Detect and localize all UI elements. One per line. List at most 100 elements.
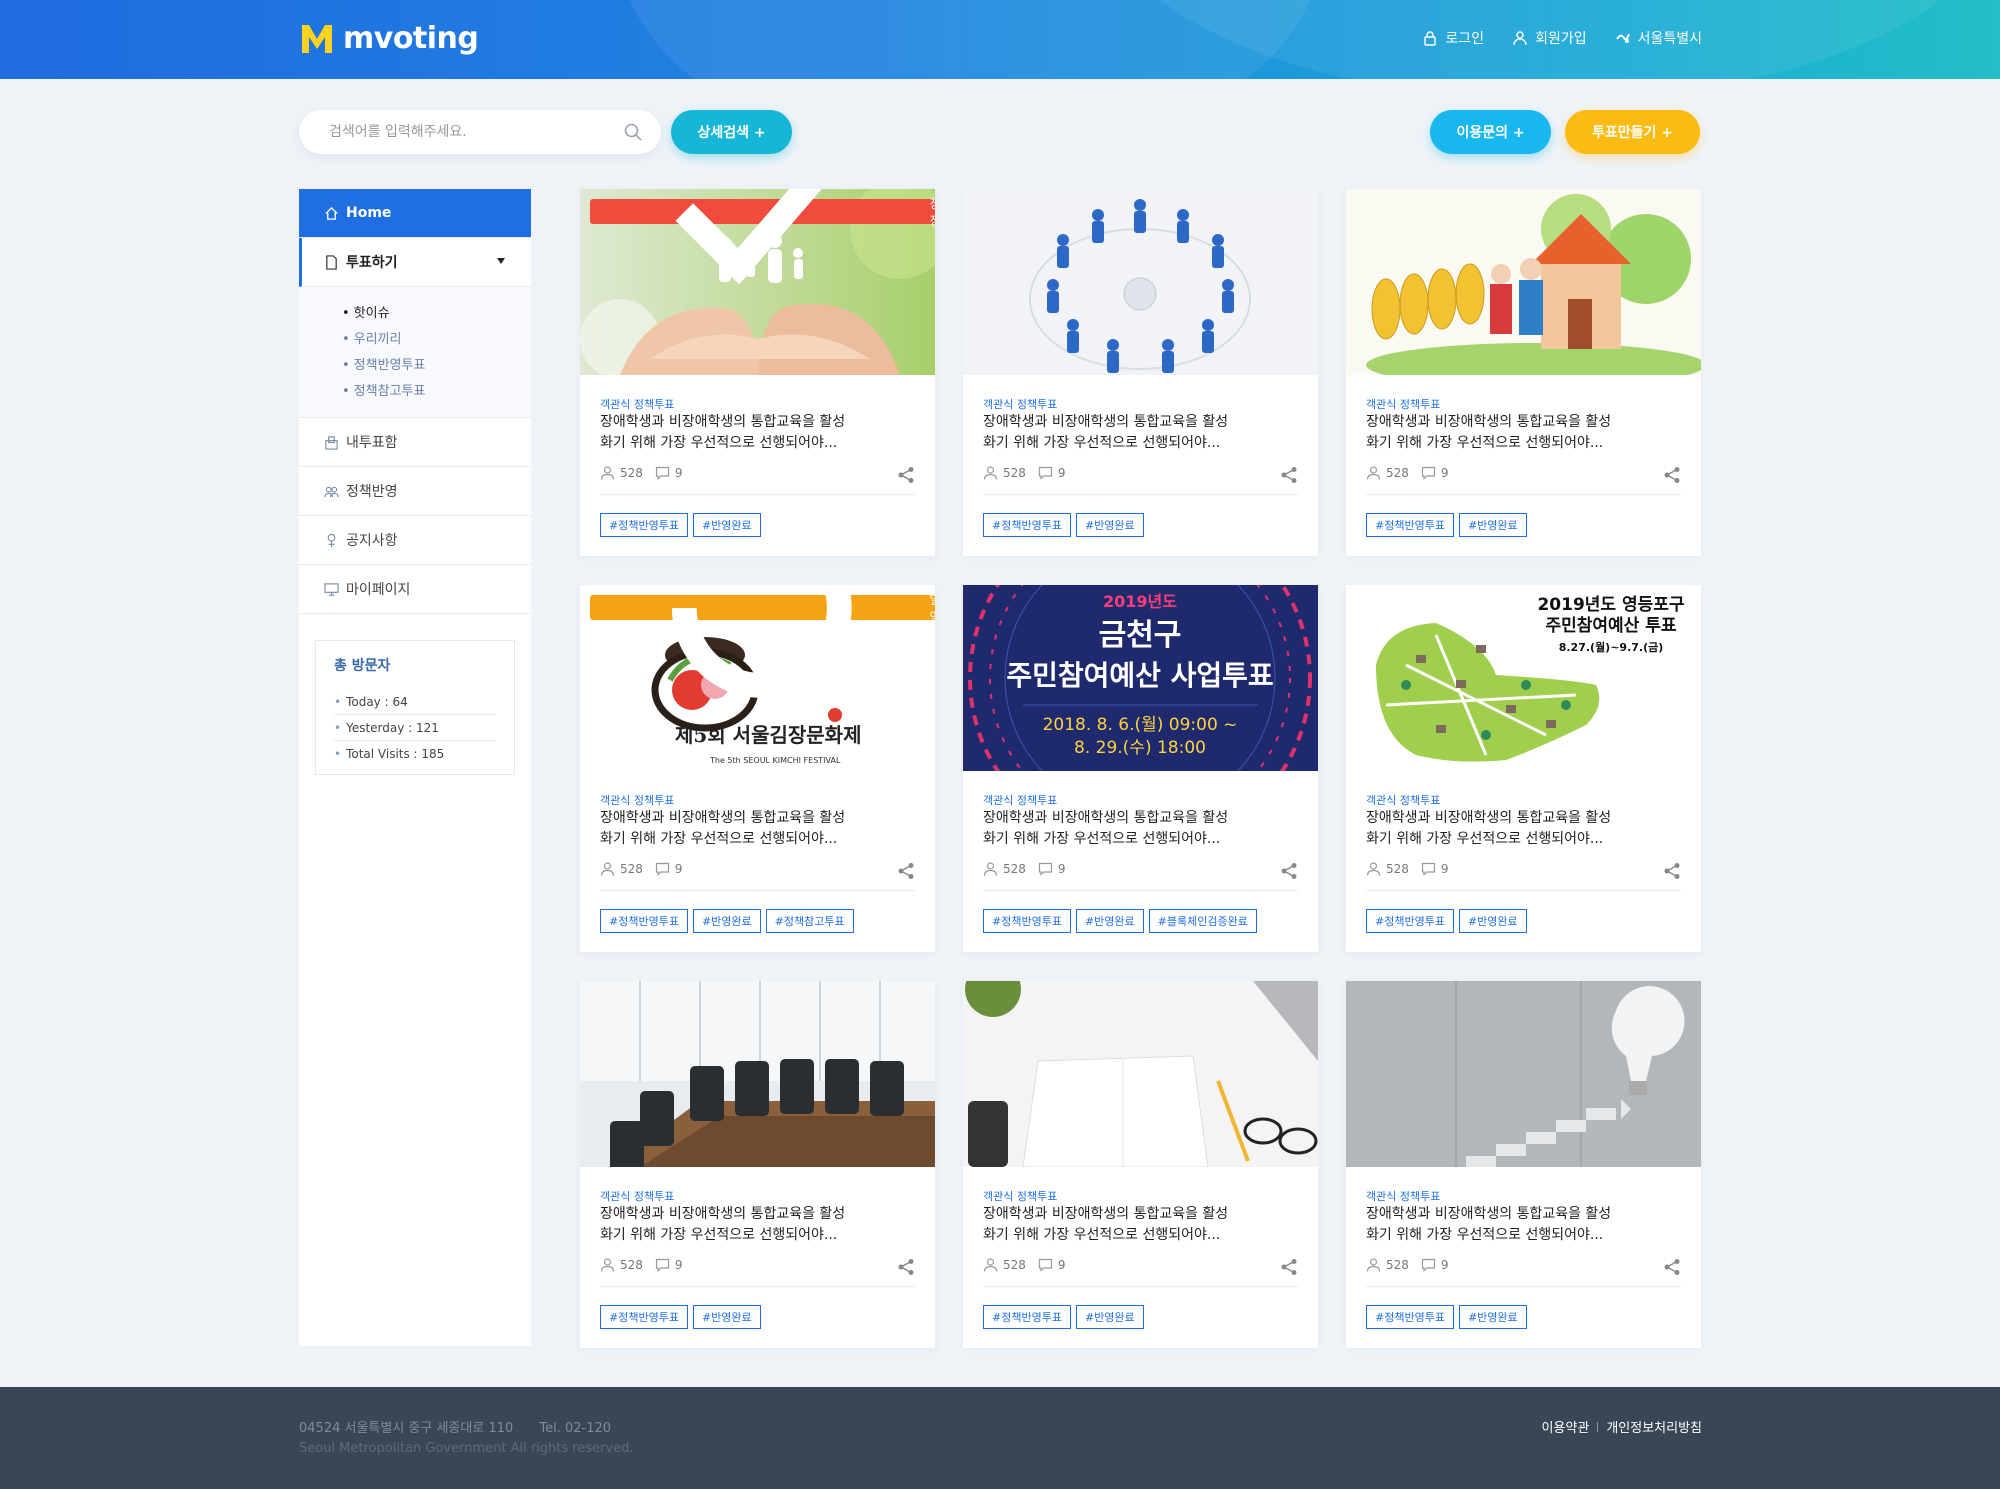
hashtag-chip[interactable]: #정책반영투표: [1366, 1305, 1454, 1329]
megaphone-icon: [327, 533, 336, 547]
sidebar-item-home[interactable]: Home: [299, 189, 531, 238]
card-title[interactable]: 장애학생과 비장애학생의 통합교육을 활성 화기 위해 가장 우선적으로 선행되어…: [983, 412, 1303, 454]
card-meta: 528 9: [600, 1258, 683, 1272]
card-category: 객관식 정책투표: [600, 398, 675, 411]
vote-card[interactable]: 객관식 정책투표 장애학생과 비장애학생의 통합교육을 활성 화기 위해 가장 우…: [580, 981, 935, 1348]
card-divider: [1366, 1286, 1681, 1287]
detail-search-button[interactable]: 상세검색 +: [671, 110, 792, 154]
card-title[interactable]: 장애학생과 비장애학생의 통합교육을 활성 화기 위해 가장 우선적으로 선행되어…: [983, 808, 1303, 850]
hashtag-chip[interactable]: #반영완료: [692, 513, 761, 537]
submenu-policy-reflect[interactable]: 정책반영투표: [342, 353, 531, 379]
share-icon[interactable]: [1663, 466, 1681, 484]
sidebar-item-my-ballot[interactable]: 내투표함: [299, 418, 531, 467]
card-title[interactable]: 장애학생과 비장애학생의 통합교육을 활성 화기 위해 가장 우선적으로 선행되어…: [1366, 412, 1686, 454]
footer: 04524 서울특별시 중구 세종대로 110 Tel. 02-120 Seou…: [0, 1387, 2000, 1489]
create-vote-button[interactable]: 투표만들기 +: [1565, 110, 1700, 154]
card-meta: 528 9: [1366, 466, 1449, 480]
vote-card[interactable]: 2019년도 영등포구 주민참여예산 투표 8.27.(월)~9.7.(금) 객…: [1346, 585, 1701, 952]
top-nav: 로그인 회원가입 서울특별시: [1422, 28, 1702, 48]
hashtag-chip[interactable]: #정책참고투표: [765, 909, 854, 933]
hashtag-chip[interactable]: #반영완료: [1458, 909, 1527, 933]
share-icon[interactable]: [1280, 862, 1298, 880]
site-logo[interactable]: mvoting: [299, 18, 479, 58]
card-thumbnail[interactable]: 정책결정: [580, 189, 935, 375]
share-icon[interactable]: [897, 466, 915, 484]
hashtag-chip[interactable]: #블록체인검증완료: [1148, 909, 1257, 933]
card-thumbnail[interactable]: [580, 981, 935, 1167]
views-value: 528: [1386, 466, 1409, 480]
hashtag-chip[interactable]: #반영완료: [692, 909, 761, 933]
vote-card[interactable]: 정책결정 객관식 정책투표 장애학생과 비장애학생의 통합교육을 활성화기 위해…: [580, 189, 935, 556]
hashtag-chip[interactable]: #반영완료: [1458, 513, 1527, 537]
share-icon[interactable]: [1663, 1258, 1681, 1276]
user-icon: [600, 466, 615, 480]
share-icon[interactable]: [897, 862, 915, 880]
share-icon[interactable]: [1280, 466, 1298, 484]
comment-icon: [1038, 862, 1053, 876]
vote-card[interactable]: 2019년도 금천구 주민참여예산 사업투표 2018. 8. 6.(월) 09…: [963, 585, 1318, 952]
share-icon[interactable]: [1663, 862, 1681, 880]
vote-card[interactable]: 객관식 정책투표 장애학생과 비장애학생의 통합교육을 활성 화기 위해 가장 우…: [963, 981, 1318, 1348]
hashtag-chip[interactable]: #정책반영투표: [1366, 513, 1454, 537]
hashtag-chip[interactable]: #정책반영투표: [600, 513, 688, 537]
hashtag-chip[interactable]: #정책반영투표: [983, 1305, 1071, 1329]
sidebar-item-vote[interactable]: 투표하기: [299, 238, 531, 287]
participant-count: 528: [1366, 862, 1409, 876]
login-link[interactable]: 로그인: [1422, 28, 1484, 48]
submenu-our-own[interactable]: 우리끼리: [342, 327, 531, 353]
vote-card[interactable]: 객관식 정책투표 장애학생과 비장애학생의 통합교육을 활성 화기 위해 가장 우…: [963, 189, 1318, 556]
hashtag-chip[interactable]: #반영완료: [1458, 1305, 1527, 1329]
hashtag-chip[interactable]: #반영완료: [1075, 1305, 1144, 1329]
hashtag-chip[interactable]: #반영완료: [692, 1305, 761, 1329]
comments-value: 9: [674, 862, 683, 876]
vote-card[interactable]: 객관식 정책투표 장애학생과 비장애학생의 통합교육을 활성 화기 위해 가장 우…: [1346, 189, 1701, 556]
sidebar-item-mypage[interactable]: 마이페이지: [299, 565, 531, 614]
card-thumbnail[interactable]: [963, 189, 1318, 375]
hashtag-chip[interactable]: #정책반영투표: [983, 909, 1071, 933]
signup-link[interactable]: 회원가입: [1512, 28, 1587, 48]
card-thumbnail[interactable]: [963, 981, 1318, 1167]
card-thumbnail[interactable]: 2019년도 금천구 주민참여예산 사업투표 2018. 8. 6.(월) 09…: [963, 585, 1318, 771]
search-icon[interactable]: [623, 122, 643, 142]
footer-links: 이용약관 개인정보처리방침: [1541, 1417, 1702, 1436]
card-category: 객관식 정책투표: [1366, 1190, 1441, 1203]
hashtag-chip[interactable]: #정책반영투표: [983, 513, 1071, 537]
vote-card[interactable]: 객관식 정책투표 장애학생과 비장애학생의 통합교육을 활성 화기 위해 가장 우…: [1346, 981, 1701, 1348]
card-thumbnail[interactable]: 여러분과 나눔, 서울의 행복하는 날 제5회 서울김장문화제 The 5th …: [580, 585, 935, 771]
card-title[interactable]: 장애학생과 비장애학생의 통합교육을 활성 화기 위해 가장 우선적으로 선행되어…: [1366, 808, 1686, 850]
card-title[interactable]: 장애학생과 비장애학생의 통합교육을 활성 화기 위해 가장 우선적으로 선행되어…: [983, 1204, 1303, 1246]
share-icon[interactable]: [897, 1258, 915, 1276]
card-thumbnail[interactable]: [1346, 981, 1701, 1167]
hashtag-chip[interactable]: #반영완료: [1075, 909, 1144, 933]
card-title[interactable]: 장애학생과 비장애학생의 통합교육을 활성 화기 위해 가장 우선적으로 선행되어…: [600, 1204, 920, 1246]
vote-submenu: 핫이슈 우리끼리 정책반영투표 정책참고투표: [299, 287, 531, 418]
card-title[interactable]: 장애학생과 비장애학생의 통합교육을 활성 화기 위해 가장 우선적으로 선행되어…: [1366, 1204, 1686, 1246]
card-meta: 528 9: [600, 862, 683, 876]
vote-card[interactable]: 여러분과 나눔, 서울의 행복하는 날 제5회 서울김장문화제 The 5th …: [580, 585, 935, 952]
inquiry-button[interactable]: 이용문의 +: [1430, 110, 1551, 154]
card-title[interactable]: 장애학생과 비장애학생의 통합교육을 활성 화기 위해 가장 우선적으로 선행되어…: [600, 412, 920, 454]
card-thumbnail[interactable]: 2019년도 영등포구 주민참여예산 투표 8.27.(월)~9.7.(금): [1346, 585, 1701, 771]
sidebar-item-label: 마이페이지: [346, 582, 411, 598]
hashtag-chip[interactable]: #정책반영투표: [1366, 909, 1454, 933]
hashtag-chip[interactable]: #반영완료: [1075, 513, 1144, 537]
card-divider: [983, 494, 1298, 495]
hashtag-chip[interactable]: #정책반영투표: [600, 909, 688, 933]
comment-icon: [1421, 1258, 1436, 1272]
search-input[interactable]: [329, 121, 609, 143]
comment-count: 9: [655, 1258, 683, 1272]
card-title[interactable]: 장애학생과 비장애학생의 통합교육을 활성 화기 위해 가장 우선적으로 선행되어…: [600, 808, 920, 850]
terms-link[interactable]: 이용약관: [1541, 1417, 1589, 1436]
comments-value: 9: [1440, 1258, 1449, 1272]
share-icon[interactable]: [1280, 1258, 1298, 1276]
privacy-link[interactable]: 개인정보처리방침: [1606, 1417, 1702, 1436]
seoul-link[interactable]: 서울특별시: [1615, 28, 1702, 48]
card-thumbnail[interactable]: [1346, 189, 1701, 375]
sidebar-item-notice[interactable]: 공지사항: [299, 516, 531, 565]
top-header: mvoting 로그인 회원가입 서울특별시: [0, 0, 2000, 79]
submenu-hot-issue[interactable]: 핫이슈: [342, 301, 531, 327]
card-divider: [1366, 890, 1681, 891]
submenu-policy-reference[interactable]: 정책참고투표: [342, 379, 531, 405]
sidebar-item-policy[interactable]: 정책반영: [299, 467, 531, 516]
hashtag-chip[interactable]: #정책반영투표: [600, 1305, 688, 1329]
